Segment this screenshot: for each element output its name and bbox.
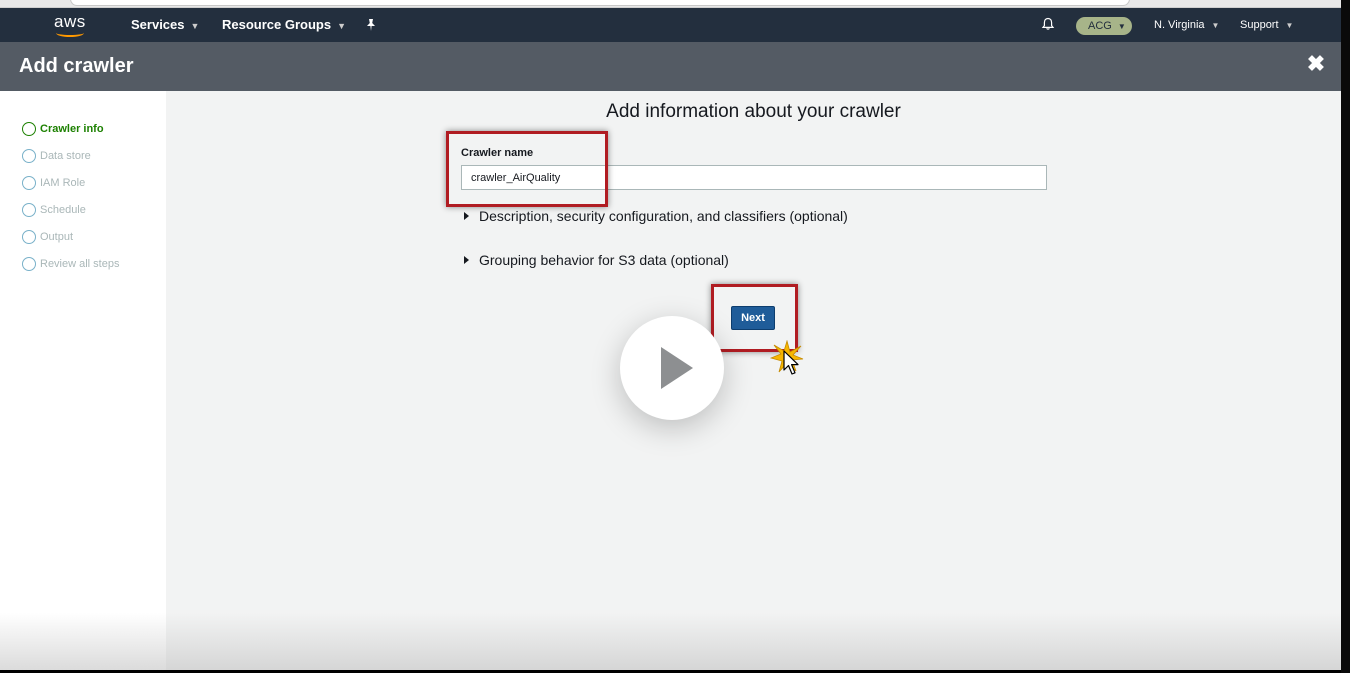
window-edge	[1341, 0, 1350, 673]
caret-right-icon	[464, 256, 469, 264]
step-circle-icon	[22, 203, 36, 217]
video-play-button[interactable]	[620, 316, 724, 420]
chevron-down-icon: ▼	[1117, 22, 1126, 31]
step-circle-icon	[22, 176, 36, 190]
step-circle-icon	[22, 122, 36, 136]
region-label: N. Virginia	[1154, 19, 1205, 31]
resource-groups-label: Resource Groups	[222, 17, 332, 32]
description-expander-label: Description, security configuration, and…	[479, 208, 848, 224]
page-title: Add crawler	[19, 55, 134, 77]
account-menu[interactable]: ACG ▼	[1076, 17, 1132, 35]
page-header: Add crawler ✖	[0, 42, 1341, 91]
cursor-icon	[783, 350, 799, 375]
chevron-down-icon: ▼	[1211, 21, 1220, 30]
services-menu[interactable]: Services ▼	[131, 8, 199, 42]
chevron-down-icon: ▼	[337, 21, 347, 31]
chevron-down-icon: ▼	[190, 21, 200, 31]
step-circle-icon	[22, 257, 36, 271]
step-circle-icon	[22, 230, 36, 244]
description-expander[interactable]: Description, security configuration, and…	[464, 207, 848, 225]
aws-smile-icon	[56, 29, 84, 37]
support-label: Support	[1240, 19, 1279, 31]
step-label: Output	[40, 231, 74, 243]
aws-console: aws Services ▼ Resource Groups ▼ ACG ▼ N. V…	[0, 8, 1341, 670]
pin-icon	[367, 19, 375, 31]
caret-right-icon	[464, 212, 469, 220]
pin-button[interactable]	[365, 8, 379, 42]
main-content: Add information about your crawler Crawl…	[166, 91, 1341, 670]
services-label: Services	[131, 17, 185, 32]
close-icon: ✖	[1306, 51, 1326, 76]
grouping-expander-label: Grouping behavior for S3 data (optional)	[479, 252, 729, 268]
bell-icon	[1041, 17, 1055, 30]
wizard-steps: Crawler info Data store IAM Role Schedul…	[0, 91, 166, 670]
step-label: Crawler info	[40, 123, 104, 135]
crawler-name-highlight	[446, 131, 608, 207]
chevron-down-icon: ▼	[1285, 21, 1294, 30]
resource-groups-menu[interactable]: Resource Groups ▼	[222, 8, 346, 42]
account-label: ACG	[1088, 20, 1112, 32]
grouping-expander[interactable]: Grouping behavior for S3 data (optional)	[464, 251, 729, 269]
play-icon	[661, 347, 693, 389]
region-menu[interactable]: N. Virginia ▼	[1154, 8, 1219, 42]
bottom-fade-overlay	[0, 613, 1341, 670]
top-navigation: aws Services ▼ Resource Groups ▼ ACG ▼ N. V…	[0, 8, 1341, 42]
step-label: IAM Role	[40, 177, 86, 189]
browser-chrome	[0, 0, 1350, 8]
step-label: Review all steps	[40, 258, 120, 270]
close-button[interactable]: ✖	[1305, 52, 1327, 76]
step-circle-icon	[22, 149, 36, 163]
step-label: Schedule	[40, 204, 86, 216]
notifications-button[interactable]	[1041, 17, 1055, 31]
support-menu[interactable]: Support ▼	[1240, 8, 1293, 42]
form-heading: Add information about your crawler	[606, 101, 901, 122]
aws-logo[interactable]: aws	[52, 12, 88, 38]
step-label: Data store	[40, 150, 91, 162]
address-bar[interactable]	[70, 0, 1130, 6]
